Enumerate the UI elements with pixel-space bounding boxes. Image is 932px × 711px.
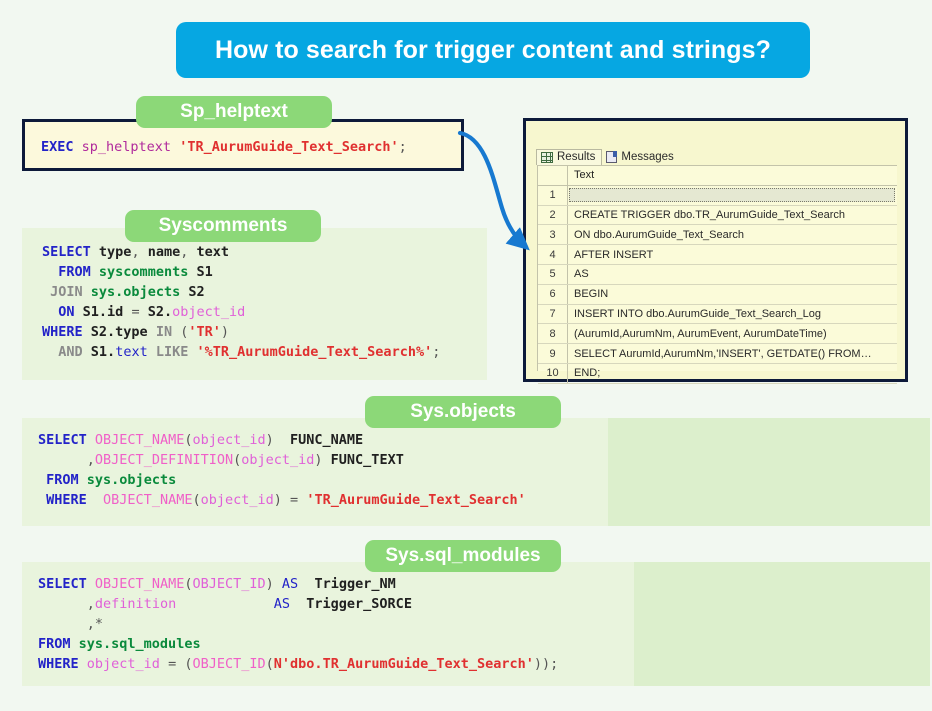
- row-text: INSERT INTO dbo.AurumGuide_Text_Search_L…: [574, 307, 822, 320]
- row-text: END;: [574, 367, 601, 380]
- document-icon: [606, 151, 618, 163]
- tab-messages[interactable]: Messages: [602, 150, 679, 165]
- row-number: 9: [538, 344, 568, 363]
- label-pill-sys-sql-modules-text: Sys.sql_modules: [385, 545, 541, 566]
- results-grid-header-row: Text: [538, 166, 897, 186]
- row-text: CREATE TRIGGER dbo.TR_AurumGuide_Text_Se…: [574, 208, 846, 221]
- table-row[interactable]: 10 END;: [538, 363, 897, 384]
- row-text: ON dbo.AurumGuide_Text_Search: [574, 228, 744, 241]
- table-row[interactable]: 7 INSERT INTO dbo.AurumGuide_Text_Search…: [538, 304, 897, 325]
- column-header-text: Text: [574, 169, 595, 182]
- row-number: 6: [538, 284, 568, 304]
- grid-icon: [541, 151, 553, 163]
- label-pill-sp-helptext: Sp_helptext: [136, 96, 332, 128]
- table-row[interactable]: 5 AS: [538, 264, 897, 285]
- label-pill-sys-objects-text: Sys.objects: [410, 401, 516, 422]
- row-text: AS: [574, 268, 589, 281]
- code-block-syscomments: SELECT type, name, text FROM syscomments…: [22, 228, 487, 380]
- row-number: 8: [538, 324, 568, 344]
- row-number: 7: [538, 304, 568, 324]
- row-number: 10: [538, 363, 568, 383]
- table-row[interactable]: 9 SELECT AurumId,AurumNm,'INSERT', GETDA…: [538, 344, 897, 364]
- row-number: 2: [538, 205, 568, 225]
- row-number: 4: [538, 245, 568, 264]
- label-pill-syscomments: Syscomments: [125, 210, 321, 242]
- tab-messages-label: Messages: [621, 151, 674, 163]
- table-row[interactable]: 2 CREATE TRIGGER dbo.TR_AurumGuide_Text_…: [538, 205, 897, 226]
- table-row[interactable]: 8 (AurumId,AurumNm, AurumEvent, AurumDat…: [538, 324, 897, 345]
- row-number-header: [538, 166, 568, 185]
- ssms-results-panel: Results Messages Text 1 2 CREATE TRIGGER…: [523, 118, 908, 384]
- table-row[interactable]: 1: [538, 185, 897, 206]
- label-pill-sys-sql-modules: Sys.sql_modules: [365, 540, 561, 572]
- results-grid[interactable]: Text 1 2 CREATE TRIGGER dbo.TR_AurumGuid…: [537, 165, 897, 384]
- table-row[interactable]: 4 AFTER INSERT: [538, 245, 897, 265]
- tab-results-label: Results: [557, 151, 596, 163]
- table-row[interactable]: 3 ON dbo.AurumGuide_Text_Search: [538, 225, 897, 246]
- code-block-sys-sql-modules: SELECT OBJECT_NAME(OBJECT_ID) AS Trigger…: [22, 562, 634, 686]
- row-number: 5: [538, 264, 568, 284]
- tab-results[interactable]: Results: [536, 149, 603, 165]
- code-block-sys-sql-modules-backdrop: [634, 562, 930, 686]
- row-text: (AurumId,AurumNm, AurumEvent, AurumDateT…: [574, 327, 827, 340]
- table-row[interactable]: 6 BEGIN: [538, 284, 897, 305]
- label-pill-sys-objects: Sys.objects: [365, 396, 561, 428]
- row-text: AFTER INSERT: [574, 248, 654, 261]
- code-block-sys-objects: SELECT OBJECT_NAME(object_id) FUNC_NAME …: [22, 418, 608, 526]
- code-block-sys-objects-backdrop: [608, 418, 930, 526]
- page-title-banner: How to search for trigger content and st…: [176, 22, 810, 78]
- row-number: 3: [538, 225, 568, 245]
- label-pill-sp-helptext-text: Sp_helptext: [180, 101, 288, 122]
- row-number: 1: [538, 185, 568, 205]
- results-tab-bar: Results Messages: [536, 145, 680, 165]
- row-text: BEGIN: [574, 288, 609, 301]
- row-text: [569, 188, 895, 203]
- page-title: How to search for trigger content and st…: [214, 35, 772, 64]
- label-pill-syscomments-text: Syscomments: [158, 215, 288, 236]
- row-text: SELECT AurumId,AurumNm,'INSERT', GETDATE…: [574, 347, 872, 360]
